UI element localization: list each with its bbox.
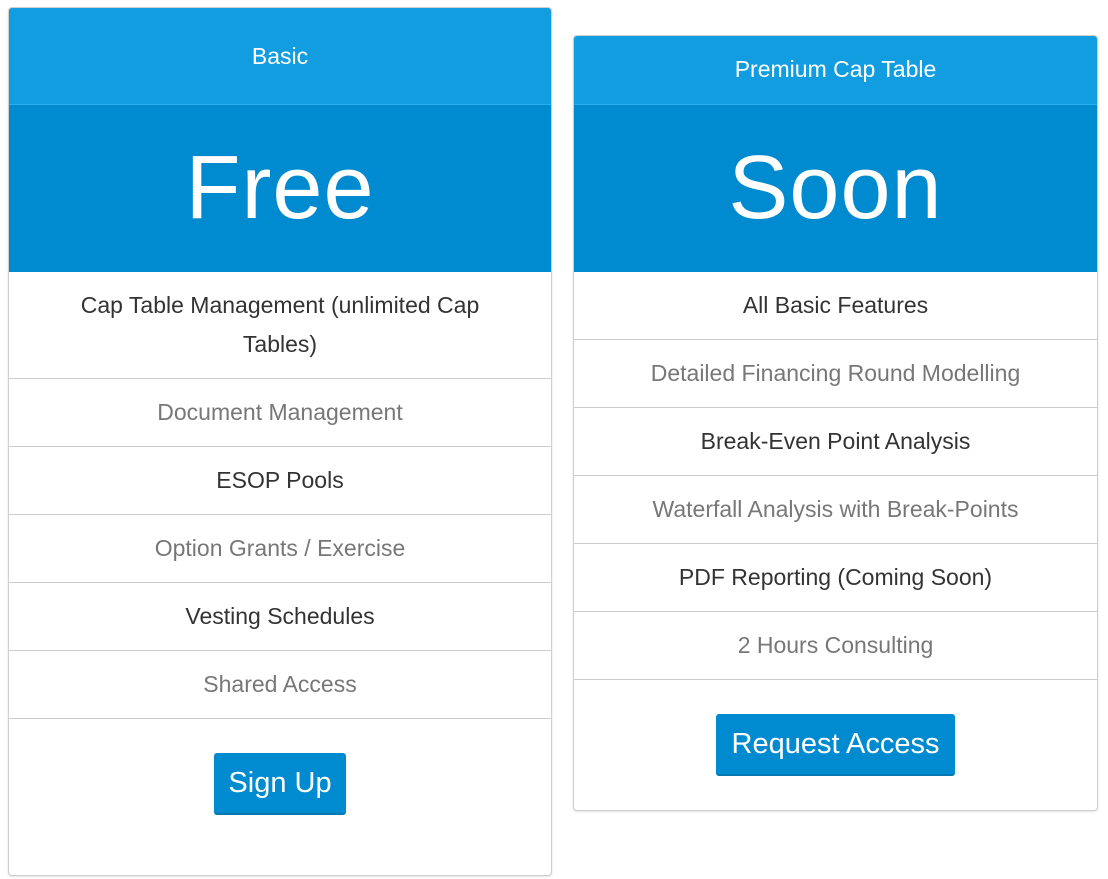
feature-item: Option Grants / Exercise bbox=[9, 515, 551, 583]
plan-name: Basic bbox=[9, 8, 551, 105]
feature-list: Cap Table Management (unlimited Cap Tabl… bbox=[9, 272, 551, 719]
card-footer: Request Access bbox=[574, 680, 1097, 776]
feature-item: 2 Hours Consulting bbox=[574, 612, 1097, 680]
feature-item: Waterfall Analysis with Break-Points bbox=[574, 476, 1097, 544]
feature-item: Detailed Financing Round Modelling bbox=[574, 340, 1097, 408]
feature-item: Shared Access bbox=[9, 651, 551, 719]
plan-price: Free bbox=[9, 105, 551, 272]
pricing-card-premium: Premium Cap Table Soon All Basic Feature… bbox=[573, 35, 1098, 811]
sign-up-button[interactable]: Sign Up bbox=[214, 753, 346, 815]
feature-item: Vesting Schedules bbox=[9, 583, 551, 651]
feature-item: All Basic Features bbox=[574, 272, 1097, 340]
pricing-card-basic: Basic Free Cap Table Management (unlimit… bbox=[8, 7, 552, 876]
plan-price: Soon bbox=[574, 105, 1097, 272]
feature-item: ESOP Pools bbox=[9, 447, 551, 515]
feature-list: All Basic Features Detailed Financing Ro… bbox=[574, 272, 1097, 680]
card-footer: Sign Up bbox=[9, 719, 551, 815]
feature-item: Break-Even Point Analysis bbox=[574, 408, 1097, 476]
request-access-button[interactable]: Request Access bbox=[715, 714, 956, 776]
feature-item: Document Management bbox=[9, 379, 551, 447]
plan-name: Premium Cap Table bbox=[574, 36, 1097, 105]
feature-item: Cap Table Management (unlimited Cap Tabl… bbox=[9, 272, 551, 379]
feature-item: PDF Reporting (Coming Soon) bbox=[574, 544, 1097, 612]
